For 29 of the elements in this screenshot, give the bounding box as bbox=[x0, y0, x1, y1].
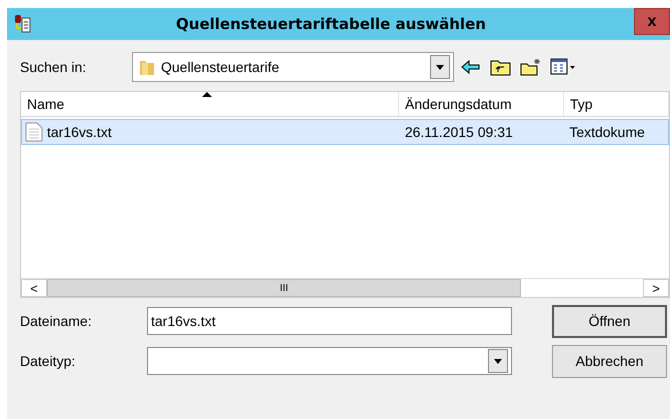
horizontal-scrollbar[interactable]: < III > bbox=[21, 278, 669, 297]
cancel-button[interactable]: Abbrechen bbox=[552, 344, 667, 378]
file-row[interactable]: tar16vs.txt 26.11.2015 09:31 Textdokume bbox=[21, 119, 669, 145]
back-arrow-icon[interactable] bbox=[460, 59, 482, 75]
filename-field[interactable]: tar16vs.txt bbox=[147, 307, 512, 335]
up-folder-icon[interactable] bbox=[490, 58, 512, 76]
close-button[interactable]: x bbox=[634, 8, 670, 35]
file-name: tar16vs.txt bbox=[47, 124, 112, 140]
window-title: Quellensteuertariftabelle auswählen bbox=[175, 15, 487, 33]
table-cell-text: 26.11.2015 09:31 bbox=[404, 123, 514, 142]
text-file-icon bbox=[25, 122, 43, 142]
open-button[interactable]: Öffnen bbox=[552, 304, 667, 338]
scroll-left-button[interactable]: < bbox=[21, 279, 47, 297]
app-icon bbox=[14, 14, 32, 34]
scroll-thumb[interactable]: III bbox=[47, 279, 521, 297]
filetype-label: Dateityp: bbox=[20, 353, 76, 369]
new-folder-icon[interactable] bbox=[520, 58, 542, 76]
scroll-right-button[interactable]: > bbox=[643, 279, 669, 297]
filename-label: Dateiname: bbox=[20, 313, 93, 329]
column-header[interactable]: Typ bbox=[564, 92, 669, 116]
filetype-dropdown[interactable] bbox=[147, 347, 512, 375]
look-in-label: Suchen in: bbox=[20, 59, 88, 75]
table-cell-text: Textdokume bbox=[568, 123, 646, 142]
look-in-dropdown[interactable]: Quellensteuertarife bbox=[132, 52, 454, 82]
view-menu-icon[interactable] bbox=[550, 58, 576, 76]
folder-icon bbox=[139, 58, 155, 76]
column-header[interactable]: Änderungsdatum bbox=[399, 92, 564, 116]
column-header[interactable]: Name bbox=[21, 92, 399, 116]
sort-arrow-icon bbox=[202, 92, 212, 97]
